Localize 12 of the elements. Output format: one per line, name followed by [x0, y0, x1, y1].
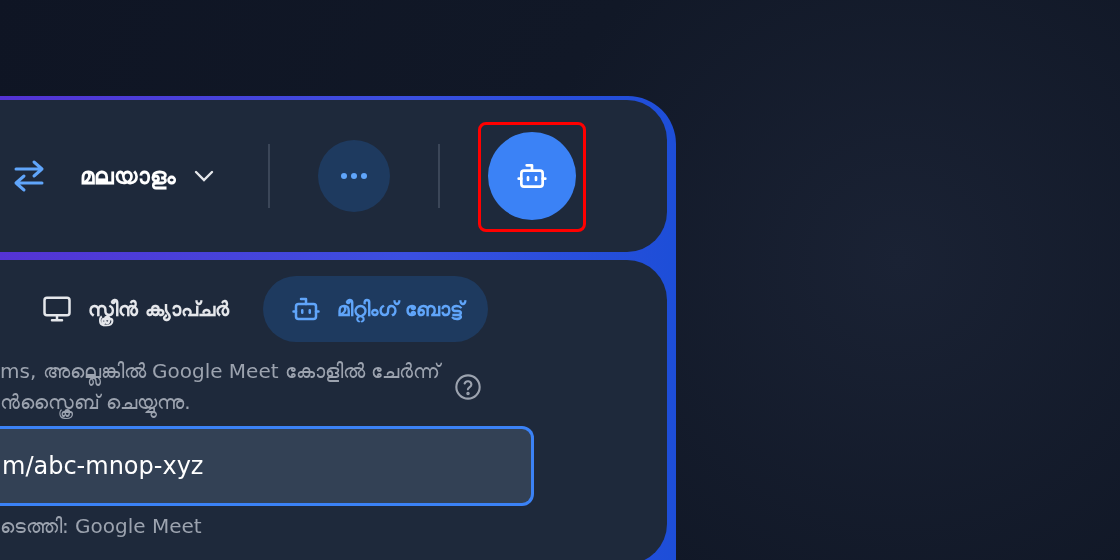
- url-input-field[interactable]: m/abc-mnop-xyz: [0, 426, 534, 506]
- language-selector[interactable]: മലയാളം: [80, 162, 214, 190]
- description-text: ms, അല്ലെങ്കിൽ Google Meet കോളിൽ ചേർന്ന്: [0, 356, 441, 387]
- swap-icon[interactable]: [12, 159, 46, 193]
- monitor-icon: [42, 294, 72, 324]
- detected-platform-text: ടെത്തി: Google Meet: [0, 514, 203, 538]
- tab[interactable]: സ്ക്രീൻ ക്യാപ്ചർ: [30, 276, 255, 342]
- tab[interactable]: മീറ്റിംഗ് ബോട്ട്: [262, 276, 488, 342]
- more-icon: [340, 172, 368, 180]
- chevron-down-icon: [194, 170, 214, 182]
- help-icon[interactable]: [454, 373, 483, 401]
- description-text: ൻസ്ക്രൈബ് ചെയ്യുന്നു.: [0, 387, 441, 418]
